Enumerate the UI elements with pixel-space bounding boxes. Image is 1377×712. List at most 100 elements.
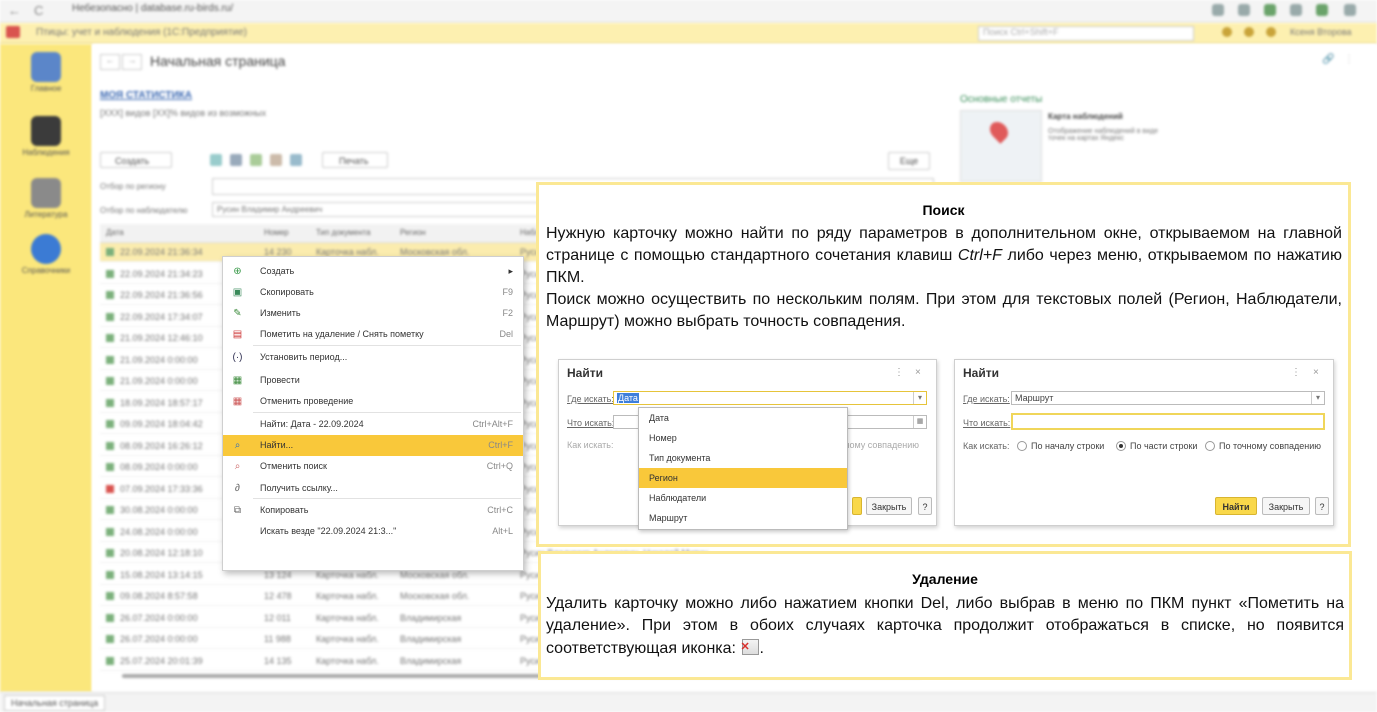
document-icon (106, 398, 114, 407)
map-report-thumbnail[interactable] (960, 110, 1042, 182)
dropdown-option[interactable]: Дата (639, 408, 847, 428)
column-header[interactable]: Тип документа (316, 228, 371, 237)
menu-separator (253, 412, 521, 413)
context-menu-item[interactable]: ⌕ Найти... Ctrl+F (223, 435, 523, 456)
document-icon (106, 291, 114, 299)
radio-exact[interactable] (1205, 441, 1215, 451)
what-input[interactable] (1011, 413, 1325, 430)
calendar-icon[interactable]: ▦ (913, 416, 926, 428)
menu-item-label: Установить период... (260, 352, 348, 362)
table-cell: 09.09.2024 18:04:42 (120, 419, 203, 429)
radio-exact-label[interactable]: По точному совпадению (1219, 441, 1321, 451)
menu-icon[interactable] (1344, 4, 1356, 16)
column-header[interactable]: Дата (106, 228, 124, 237)
print-label: Печать (339, 156, 369, 166)
column-header[interactable]: Номер (264, 228, 289, 237)
dialog-more-icon[interactable]: ⋮ (894, 367, 904, 378)
toolbar-icon[interactable] (250, 154, 262, 166)
radio-start-label[interactable]: По началу строки (1031, 441, 1104, 451)
toolbar-icon[interactable] (290, 154, 302, 166)
dropdown-option[interactable]: Тип документа (639, 448, 847, 468)
sidebar-item-label: Справочники (21, 266, 71, 275)
user-name[interactable]: Ксеня Второва (1290, 27, 1352, 37)
toolbar-icon[interactable] (230, 154, 242, 166)
menu-item-shortcut: Del (499, 329, 513, 339)
find-button[interactable]: Найти (1215, 497, 1257, 515)
document-icon (106, 441, 114, 450)
extension-icon[interactable] (1264, 4, 1276, 16)
radio-part[interactable] (1116, 441, 1126, 451)
more-button[interactable]: Еще (888, 152, 930, 170)
dialog-more-icon[interactable]: ⋮ (1291, 367, 1301, 378)
map-report-title[interactable]: Карта наблюдений (1048, 112, 1123, 121)
tab-home-page[interactable]: Начальная страница (4, 695, 106, 711)
help-button[interactable]: ? (1315, 497, 1329, 515)
toolbar-icon[interactable] (210, 154, 222, 166)
chevron-down-icon[interactable]: ▾ (1311, 392, 1324, 404)
history-icon[interactable] (1244, 27, 1254, 37)
chevron-down-icon[interactable]: ▾ (913, 392, 926, 404)
context-menu-item[interactable]: (·) Установить период... (223, 347, 523, 368)
global-search-input[interactable]: Поиск Ctrl+Shift+F (978, 26, 1194, 41)
radio-part-label[interactable]: По части строки (1130, 441, 1197, 451)
close-button[interactable]: Закрыть (1262, 497, 1310, 515)
extension-icon[interactable] (1290, 4, 1302, 16)
toolbar-icon[interactable] (270, 154, 282, 166)
close-icon[interactable]: × (1313, 367, 1319, 378)
cancel-search-icon: ⌕ (234, 461, 241, 472)
sidebar-item[interactable]: Главное (0, 52, 92, 93)
print-button[interactable]: Печать (322, 152, 388, 168)
dropdown-option[interactable]: Наблюдатели (639, 488, 847, 508)
table-cell: Карточка набл. (316, 591, 379, 601)
menu-item-label: Скопировать (260, 287, 314, 297)
extension-icon[interactable] (1316, 4, 1328, 16)
help-button[interactable]: ? (918, 497, 932, 515)
table-cell: Владимирская (400, 634, 462, 644)
close-icon[interactable]: × (915, 367, 921, 378)
menu-item-shortcut: Ctrl+Alt+F (472, 419, 513, 429)
document-icon (106, 355, 114, 364)
context-menu-item[interactable]: ✎ Изменить F2 (223, 303, 523, 324)
context-menu-item[interactable]: ∂ Получить ссылку... (223, 478, 523, 499)
extension-icon[interactable] (1212, 4, 1224, 16)
more-options-icon[interactable]: ⋮ (1344, 54, 1354, 65)
radio-start[interactable] (1017, 441, 1027, 451)
sidebar-item[interactable]: Справочники (0, 234, 92, 275)
reload-button[interactable]: C (34, 3, 43, 18)
bell-icon[interactable] (1222, 27, 1232, 37)
find-button[interactable] (852, 497, 862, 515)
link-icon[interactable]: 🔗 (1322, 54, 1334, 65)
context-menu-item[interactable]: ⧉ Копировать Ctrl+C (223, 500, 523, 521)
context-menu-item[interactable]: ▣ Скопировать F9 (223, 282, 523, 303)
menu-separator (253, 345, 521, 346)
stats-title[interactable]: МОЯ СТАТИСТИКА (100, 90, 192, 101)
context-menu-item[interactable]: ▦ Провести (223, 370, 523, 391)
close-button[interactable]: Закрыть (866, 497, 912, 515)
table-cell: 24.08.2024 0:00:00 (120, 526, 198, 537)
nav-back-button[interactable]: ← (100, 54, 120, 70)
dropdown-option[interactable]: Номер (639, 428, 847, 448)
dropdown-option[interactable]: Маршрут (639, 508, 847, 528)
where-select[interactable]: Маршрут ▾ (1011, 391, 1325, 405)
context-menu-item[interactable]: ⌕ Отменить поиск Ctrl+Q (223, 456, 523, 477)
nav-forward-button[interactable]: → (122, 54, 142, 70)
star-icon[interactable] (1266, 27, 1276, 37)
context-menu-item[interactable]: ▦ Отменить проведение (223, 391, 523, 412)
create-button[interactable]: Создать (100, 152, 172, 168)
sidebar-item[interactable]: Наблюдения (0, 116, 92, 157)
column-header[interactable]: Регион (400, 228, 426, 237)
context-menu-item[interactable]: Найти: Дата - 22.09.2024 Ctrl+Alt+F (223, 414, 523, 435)
copy-clipboard-icon: ⧉ (233, 505, 242, 516)
back-button[interactable]: ← (8, 3, 21, 18)
document-icon (106, 549, 114, 557)
context-menu-item[interactable]: ⊕ Создать ▸ (223, 261, 523, 282)
where-select[interactable]: Дата ▾ (613, 391, 927, 405)
sidebar-item[interactable]: Литература (0, 178, 92, 219)
reports-title: Основные отчеты (960, 94, 1043, 105)
context-menu-item[interactable]: Искать везде "22.09.2024 21:3..." Alt+L (223, 521, 523, 542)
address-bar[interactable]: Небезопасно | database.ru-birds.ru/ (72, 3, 1072, 18)
dropdown-option[interactable]: Регион (639, 468, 847, 488)
extension-icon[interactable] (1238, 4, 1250, 16)
table-cell: 11 988 (264, 634, 291, 644)
context-menu-item[interactable]: ▤ Пометить на удаление / Снять пометку Del (223, 324, 523, 345)
